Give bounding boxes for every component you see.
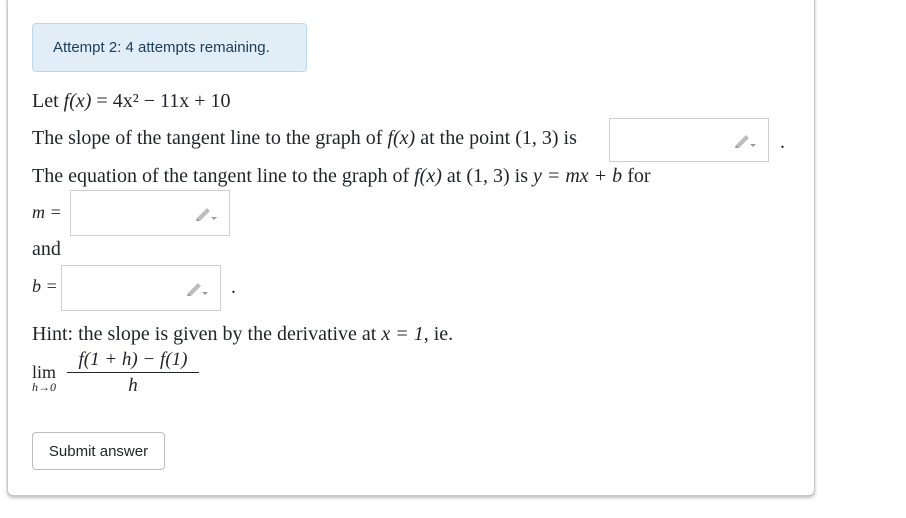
tangent-question-suffix: for [622,165,651,187]
limit-text: lim [32,362,57,382]
period-1: . [780,131,785,153]
tangent-question-fx: f(x) [414,165,442,187]
problem-card [7,0,815,496]
pencil-icon[interactable] [195,205,217,221]
submit-answer-button[interactable]: Submit answer [32,432,165,470]
slope-question-fx: f(x) [387,127,416,149]
attempts-text: Attempt 2: 4 attempts remaining. [53,39,270,56]
b-label: b = [32,276,58,296]
m-label: m = [32,202,62,222]
limit-subscript: h→0 [32,380,56,394]
tangent-question-is: is [509,165,533,187]
m-answer-input[interactable] [70,190,230,236]
and-text: and [32,238,61,260]
period-2: . [231,276,236,298]
tangent-question-mid: at [441,165,467,187]
function-expression: = 4x² − 11x + 10 [91,90,231,112]
function-definition: Let f(x) = 4x² − 11x + 10 [32,90,231,113]
fraction-denominator: h [128,375,138,396]
slope-question-suffix: is [558,127,577,149]
b-answer-input[interactable] [61,265,221,311]
fraction-numerator: f(1 + h) − f(1) [67,349,199,373]
slope-answer-input[interactable] [609,118,769,162]
hint-prefix: Hint: the slope is given by the derivati… [32,323,382,345]
slope-question-text: The slope of the tangent line to the gra… [32,127,388,149]
hint-suffix: , ie. [423,323,454,345]
slope-question: The slope of the tangent line to the gra… [32,127,577,150]
hint-equation: x = 1 [381,323,424,345]
slope-question-point: (1, 3) [515,127,559,149]
hint-text: Hint: the slope is given by the derivati… [32,323,453,346]
tangent-question-text: The equation of the tangent line to the … [32,165,415,187]
function-prefix: Let [32,90,64,112]
function-name: f(x) [63,90,92,112]
slope-question-mid: at the point [415,127,516,149]
pencil-icon[interactable] [734,132,756,148]
pencil-icon[interactable] [186,280,208,296]
tangent-question-point: (1, 3) [466,165,510,187]
tangent-question-equation: y = mx + b [532,165,623,187]
limit-operator: lim h→0 [32,363,56,393]
tangent-equation-question: The equation of the tangent line to the … [32,165,651,188]
attempts-alert: Attempt 2: 4 attempts remaining. [32,23,307,72]
difference-quotient: f(1 + h) − f(1) h [67,349,199,397]
